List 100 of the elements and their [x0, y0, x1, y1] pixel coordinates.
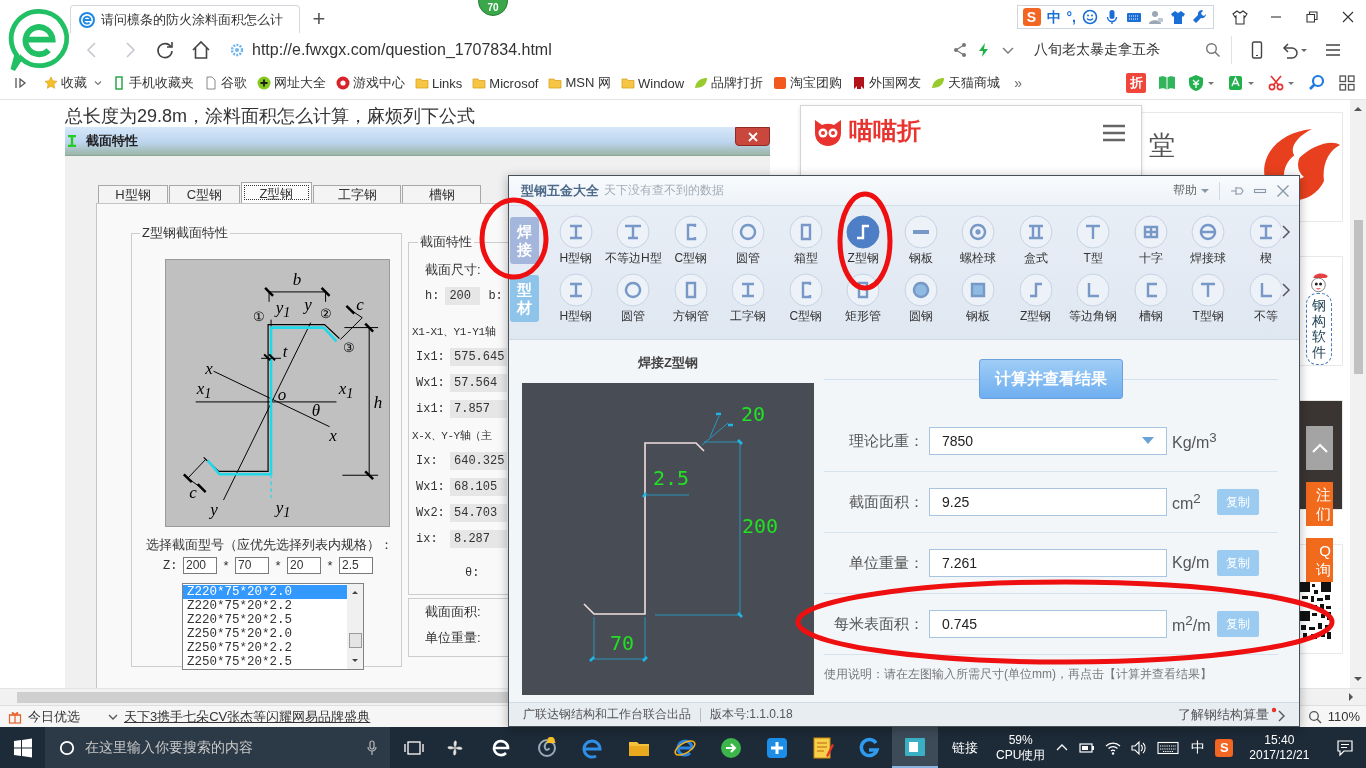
profile-button[interactable]: Z型钢: [1007, 273, 1065, 323]
bookmark-link[interactable]: 外国网友: [852, 74, 922, 92]
input-field[interactable]: 70: [235, 557, 269, 574]
input-field[interactable]: 20: [287, 557, 321, 574]
grid-icon[interactable]: [1338, 74, 1356, 92]
list-box[interactable]: Z220*75*20*2.0 Z220*75*20*2.2 Z220*75*20*2.5 Z250*75*20*2.0 Z250*75*20*2.2 Z250*75*20*2.5: [182, 583, 364, 670]
dimension-value[interactable]: 2.5: [653, 467, 690, 489]
profile-button[interactable]: 盒式: [1007, 215, 1065, 265]
result-field[interactable]: 7.261: [929, 549, 1167, 577]
keyboard-icon[interactable]: [1157, 740, 1180, 755]
zoom-level[interactable]: 110%: [1327, 709, 1360, 724]
smiley-icon[interactable]: [1082, 8, 1098, 25]
profile-button[interactable]: C型钢: [662, 215, 720, 265]
notification-icon[interactable]: [1336, 738, 1354, 757]
dimension-value[interactable]: 20: [741, 403, 766, 425]
result-field[interactable]: 9.25: [929, 488, 1167, 516]
address-field[interactable]: http://e.fwxgx.com/question_1707834.html: [220, 36, 944, 64]
close-button[interactable]: [735, 127, 770, 146]
bookmark-link[interactable]: 游戏中心: [336, 74, 405, 92]
sidebar-toggle-icon[interactable]: [14, 76, 28, 90]
profile-button[interactable]: 螺栓球: [949, 215, 1007, 265]
close-icon[interactable]: [1276, 183, 1290, 198]
profile-button[interactable]: 圆钢: [892, 273, 950, 323]
profile-button[interactable]: 不等: [1237, 273, 1281, 323]
profile-button[interactable]: H型钢: [547, 273, 605, 323]
profile-button[interactable]: 十字: [1122, 215, 1180, 265]
input-mode-button[interactable]: 中: [1191, 738, 1206, 757]
speaker-icon[interactable]: [1131, 739, 1148, 756]
learn-more-link[interactable]: 了解钢结构算量: [1178, 705, 1269, 724]
tab[interactable]: 槽钢: [402, 185, 481, 203]
task-view-icon[interactable]: [404, 739, 424, 756]
chevron-right-icon[interactable]: [1281, 282, 1291, 298]
result-field[interactable]: 0.745: [929, 610, 1167, 638]
bookmark-link[interactable]: 收藏: [44, 74, 102, 92]
toolbar-label[interactable]: 链接: [952, 738, 978, 757]
microphone-icon[interactable]: [364, 739, 380, 756]
browser-tab[interactable]: 请问檩条的防火涂料面积怎么计: [70, 5, 300, 33]
bookmark-link[interactable]: 谷歌: [204, 74, 247, 92]
microphone-icon[interactable]: [1104, 8, 1120, 25]
wrench-icon[interactable]: [1192, 8, 1208, 25]
profile-button[interactable]: T型钢: [1179, 273, 1237, 323]
list-item[interactable]: Z220*75*20*2.2: [183, 599, 347, 613]
search-icon[interactable]: [1308, 74, 1326, 92]
profile-button[interactable]: 不等边H型: [604, 215, 662, 265]
book-icon[interactable]: [1158, 74, 1176, 92]
scrollbar[interactable]: [347, 584, 363, 669]
help-menu[interactable]: 帮助: [1173, 182, 1209, 199]
profile-button[interactable]: C型钢: [777, 273, 835, 323]
bookmark-folder[interactable]: Links: [415, 75, 463, 91]
chevron-right-icon[interactable]: [1281, 224, 1291, 240]
discount-tile[interactable]: 折: [1126, 73, 1146, 93]
profile-button[interactable]: 工字钢: [719, 273, 777, 323]
ime-mode-button[interactable]: 中: [1046, 7, 1061, 26]
dimension-value[interactable]: 200: [742, 515, 779, 537]
profile-button[interactable]: 焊接球: [1179, 215, 1237, 265]
profile-button[interactable]: 矩形管: [834, 273, 892, 323]
news-link[interactable]: 天下3携手七朵CV张杰等闪耀网易品牌盛典: [124, 707, 371, 726]
list-item[interactable]: Z220*75*20*2.5: [183, 613, 347, 627]
scroll-right-icon[interactable]: [1346, 692, 1356, 702]
profile-button[interactable]: 圆管: [604, 273, 662, 323]
tab[interactable]: C型钢: [169, 185, 240, 203]
vertical-scrollbar[interactable]: [1350, 100, 1366, 688]
profile-button[interactable]: 方钢管: [662, 273, 720, 323]
clock[interactable]: 15:40 2017/12/21: [1249, 732, 1310, 763]
share-icon[interactable]: [952, 42, 968, 58]
profile-button[interactable]: 等边角钢: [1064, 273, 1122, 323]
scroll-up-icon[interactable]: [1353, 104, 1363, 114]
new-tab-button[interactable]: +: [306, 5, 332, 33]
profile-button[interactable]: 钢板: [949, 273, 1007, 323]
profile-button[interactable]: 箱型: [777, 215, 835, 265]
list-item[interactable]: Z250*75*20*2.5: [183, 655, 347, 669]
profile-button[interactable]: Z型钢: [834, 215, 892, 265]
tab[interactable]: Z型钢: [241, 182, 312, 203]
density-select[interactable]: 7850: [929, 427, 1167, 455]
profile-button[interactable]: 圆管: [719, 215, 777, 265]
tab[interactable]: 工字钢: [313, 185, 401, 203]
bookmark-folder[interactable]: MSN 网: [548, 74, 611, 92]
punctuation-button[interactable]: °,: [1066, 7, 1076, 26]
search-field[interactable]: 在这里输入你要搜索的内容: [45, 727, 390, 768]
undo-icon[interactable]: [1280, 41, 1308, 59]
shield-icon[interactable]: [1188, 74, 1216, 92]
windows-logo-icon[interactable]: [13, 737, 33, 758]
profile-button[interactable]: 槽钢: [1122, 273, 1180, 323]
bookmark-link[interactable]: 网址大全: [257, 74, 326, 92]
bookmark-folder[interactable]: Microsof: [472, 75, 539, 91]
cpu-meter[interactable]: 59% CPU使用: [996, 732, 1046, 763]
menu-icon[interactable]: [1324, 41, 1342, 59]
profile-button[interactable]: 楔: [1237, 215, 1281, 265]
add-app-icon[interactable]: [1228, 74, 1256, 92]
profile-button[interactable]: T型: [1064, 215, 1122, 265]
scissors-icon[interactable]: [1268, 74, 1296, 92]
input-field[interactable]: 200: [183, 557, 217, 574]
profile-button[interactable]: H型钢: [547, 215, 605, 265]
menu-icon[interactable]: [1103, 124, 1125, 142]
chevron-right-icon[interactable]: [1271, 706, 1287, 723]
bookmark-link[interactable]: 品牌打折: [694, 74, 764, 92]
scroll-down-icon[interactable]: [1353, 674, 1363, 684]
scroll-thumb[interactable]: [348, 633, 362, 648]
dimension-value[interactable]: 70: [610, 632, 635, 654]
bookmark-link[interactable]: 淘宝团购: [773, 74, 843, 92]
